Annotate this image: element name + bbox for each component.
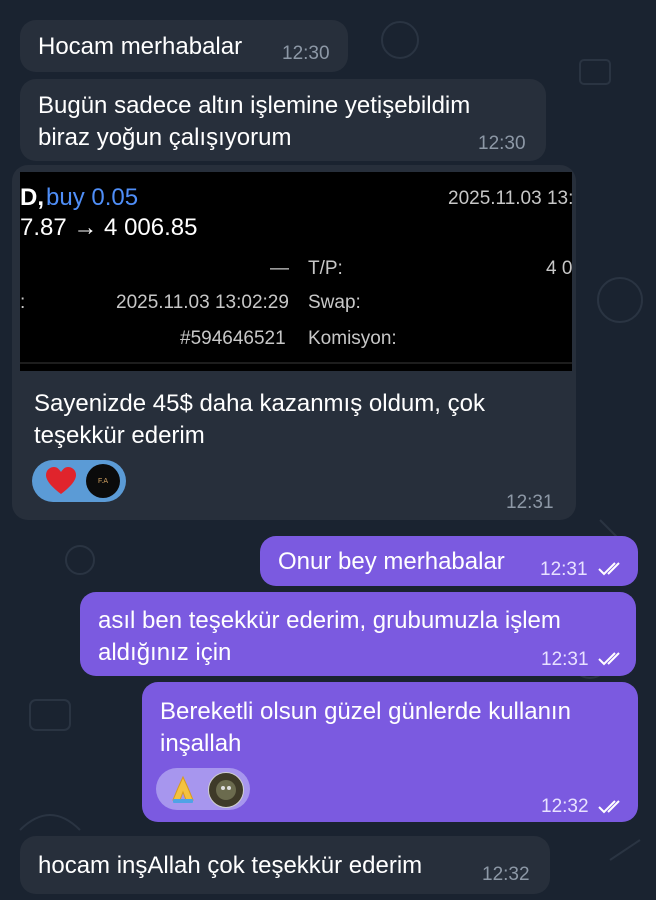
message-time: 12:32	[541, 796, 589, 817]
trade-dash: —	[270, 258, 289, 279]
trade-side: buy 0.05	[46, 184, 139, 211]
avatar-text: F.A	[97, 477, 109, 485]
message-bubble-incoming[interactable]: Hocam merhabalar 12:30	[20, 20, 348, 72]
message-text: hocam inşAllah çok teşekkür ederim	[38, 852, 423, 879]
caption-text-line: Sayenizde 45$ daha kazanmış oldum, çok	[34, 390, 485, 417]
message-text-line: aldığınız için	[98, 639, 232, 666]
message-text-line: biraz yoğun çalışıyorum	[38, 124, 292, 151]
folded-hands-reaction-icon[interactable]	[166, 772, 200, 806]
message-text: Hocam merhabalar	[38, 33, 243, 60]
message-time: 12:31	[541, 649, 589, 670]
trade-datetime: 2025.11.03 13:	[448, 188, 572, 209]
message-text-line: Bugün sadece altın işlemine yetişebildim	[38, 92, 471, 119]
message-text-line: asıl ben teşekkür ederim, grubumuzla işl…	[98, 607, 561, 634]
trade-price-line: 7.87 → 4 006.85	[20, 214, 198, 241]
trade-commission-label: Komisyon:	[308, 328, 397, 349]
message-bubble-outgoing[interactable]: Bereketli olsun güzel günlerde kullanın …	[142, 682, 638, 822]
double-check-icon	[598, 800, 620, 814]
trade-separator	[20, 362, 572, 364]
heart-reaction-icon[interactable]	[44, 464, 78, 498]
trade-ticket: #594646521	[180, 328, 286, 349]
double-check-icon	[598, 652, 620, 666]
message-bubble-incoming[interactable]: hocam inşAllah çok teşekkür ederim 12:32	[20, 836, 550, 894]
message-time: 12:30	[282, 43, 330, 64]
message-text: Onur bey merhabalar	[278, 548, 505, 575]
message-time: 12:31	[540, 559, 588, 580]
message-time: 12:30	[478, 133, 526, 154]
message-text-line: Bereketli olsun güzel günlerde kullanın	[160, 698, 571, 725]
message-bubble-incoming[interactable]: Bugün sadece altın işlemine yetişebildim…	[20, 79, 546, 161]
message-text-line: inşallah	[160, 730, 242, 757]
message-bubble-outgoing[interactable]: asıl ben teşekkür ederim, grubumuzla işl…	[80, 592, 636, 676]
trade-open-time: 2025.11.03 13:02:29	[116, 292, 289, 313]
reaction-bar[interactable]: F.A	[32, 460, 126, 502]
message-time: 12:32	[482, 864, 530, 885]
double-check-icon	[598, 562, 620, 576]
message-bubble-outgoing[interactable]: Onur bey merhabalar 12:31	[260, 536, 638, 586]
trade-tp-label: T/P:	[308, 258, 343, 279]
trade-swap-label: Swap:	[308, 292, 361, 313]
trade-tp-value: 4 0	[546, 258, 572, 279]
reaction-bar[interactable]	[156, 768, 250, 810]
message-time: 12:31	[506, 492, 554, 513]
sticker-avatar	[208, 772, 244, 808]
trade-colon: :	[20, 292, 26, 313]
trade-symbol: D,	[20, 184, 44, 211]
caption-text-line: teşekkür ederim	[34, 422, 205, 449]
trade-screenshot-image[interactable]: D, buy 0.05 2025.11.03 13: 7.87 → 4 006.…	[20, 172, 572, 371]
avatar: F.A	[86, 464, 120, 498]
